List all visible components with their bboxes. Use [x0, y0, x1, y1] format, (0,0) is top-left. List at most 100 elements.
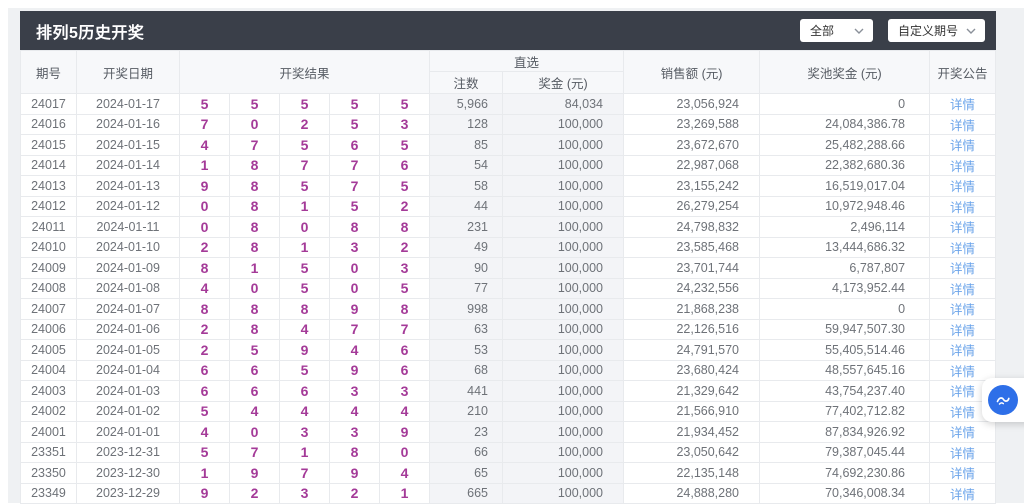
detail-link[interactable]: 详情 [950, 344, 975, 358]
sales-cell: 24,232,556 [624, 278, 760, 299]
result-number: 7 [230, 442, 280, 463]
table-row: 24005 2024-01-05 2 5 9 4 6 53 100,000 24… [21, 340, 996, 361]
detail-link[interactable]: 详情 [950, 139, 975, 153]
prize-cell: 100,000 [503, 217, 624, 238]
lottery-history-card: 排列5历史开奖 全部 自定义期号 期号 开奖日期 开奖结果 直选 销售额 ( [20, 11, 996, 504]
date-cell: 2024-01-07 [77, 299, 180, 320]
result-number: 3 [280, 483, 330, 504]
result-number: 4 [180, 278, 230, 299]
bets-cell: 65 [430, 463, 503, 484]
sales-cell: 23,672,670 [624, 135, 760, 156]
pool-cell: 87,834,926.92 [760, 422, 930, 443]
result-number: 7 [380, 319, 430, 340]
date-cell: 2024-01-01 [77, 422, 180, 443]
result-number: 6 [380, 155, 430, 176]
result-number: 9 [180, 176, 230, 197]
table-row: 24003 2024-01-03 6 6 6 3 3 441 100,000 2… [21, 381, 996, 402]
detail-link[interactable]: 详情 [950, 426, 975, 440]
sales-cell: 23,269,588 [624, 114, 760, 135]
detail-link[interactable]: 详情 [950, 201, 975, 215]
detail-link[interactable]: 详情 [950, 98, 975, 112]
detail-link[interactable]: 详情 [950, 119, 975, 133]
result-number: 4 [380, 401, 430, 422]
result-number: 4 [330, 340, 380, 361]
result-number: 2 [180, 340, 230, 361]
pool-cell: 70,346,008.34 [760, 483, 930, 504]
result-number: 0 [180, 196, 230, 217]
bets-cell: 998 [430, 299, 503, 320]
result-number: 5 [280, 278, 330, 299]
result-number: 5 [380, 278, 430, 299]
detail-link[interactable]: 详情 [950, 180, 975, 194]
result-number: 1 [230, 258, 280, 279]
result-number: 2 [380, 196, 430, 217]
result-number: 8 [230, 196, 280, 217]
prize-cell: 100,000 [503, 299, 624, 320]
detail-link[interactable]: 详情 [950, 488, 975, 502]
issue-cell: 24001 [21, 422, 77, 443]
issue-cell: 24012 [21, 196, 77, 217]
detail-link[interactable]: 详情 [950, 303, 975, 317]
result-number: 8 [230, 155, 280, 176]
floating-widget-button[interactable] [982, 378, 1024, 422]
pool-cell: 48,557,645.16 [760, 360, 930, 381]
table-body: 24017 2024-01-17 5 5 5 5 5 5,966 84,034 … [21, 94, 996, 504]
result-number: 4 [280, 401, 330, 422]
result-number: 0 [330, 258, 380, 279]
pool-cell: 59,947,507.30 [760, 319, 930, 340]
result-number: 5 [230, 94, 280, 115]
table-row: 24008 2024-01-08 4 0 5 0 5 77 100,000 24… [21, 278, 996, 299]
detail-link[interactable]: 详情 [950, 365, 975, 379]
detail-link[interactable]: 详情 [950, 262, 975, 276]
bets-cell: 231 [430, 217, 503, 238]
result-number: 2 [180, 319, 230, 340]
bets-cell: 210 [430, 401, 503, 422]
result-number: 4 [330, 401, 380, 422]
sales-cell: 21,329,642 [624, 381, 760, 402]
detail-link[interactable]: 详情 [950, 324, 975, 338]
result-number: 5 [280, 258, 330, 279]
detail-link[interactable]: 详情 [950, 385, 975, 399]
result-number: 8 [230, 176, 280, 197]
detail-link[interactable]: 详情 [950, 447, 975, 461]
pool-cell: 55,405,514.46 [760, 340, 930, 361]
bets-cell: 85 [430, 135, 503, 156]
table-row: 24009 2024-01-09 8 1 5 0 3 90 100,000 23… [21, 258, 996, 279]
result-number: 4 [280, 319, 330, 340]
detail-link[interactable]: 详情 [950, 406, 975, 420]
detail-link[interactable]: 详情 [950, 242, 975, 256]
prize-cell: 100,000 [503, 237, 624, 258]
pool-cell: 24,084,386.78 [760, 114, 930, 135]
pool-cell: 22,382,680.36 [760, 155, 930, 176]
sales-cell: 22,987,068 [624, 155, 760, 176]
filter-select-issue-mode[interactable]: 自定义期号 [888, 19, 985, 42]
sales-cell: 26,279,254 [624, 196, 760, 217]
sales-cell: 24,791,570 [624, 340, 760, 361]
prize-cell: 100,000 [503, 483, 624, 504]
table-row: 24011 2024-01-11 0 8 0 8 8 231 100,000 2… [21, 217, 996, 238]
sales-cell: 24,798,832 [624, 217, 760, 238]
issue-cell: 24011 [21, 217, 77, 238]
filter-select-all[interactable]: 全部 [800, 19, 873, 42]
result-number: 8 [330, 442, 380, 463]
pool-cell: 0 [760, 299, 930, 320]
table-row: 24015 2024-01-15 4 7 5 6 5 85 100,000 23… [21, 135, 996, 156]
result-number: 1 [180, 155, 230, 176]
result-number: 8 [230, 217, 280, 238]
result-number: 0 [280, 217, 330, 238]
result-number: 1 [280, 442, 330, 463]
detail-link[interactable]: 详情 [950, 467, 975, 481]
detail-link[interactable]: 详情 [950, 283, 975, 297]
result-number: 5 [180, 442, 230, 463]
result-number: 8 [330, 217, 380, 238]
result-number: 2 [280, 114, 330, 135]
issue-cell: 24016 [21, 114, 77, 135]
bets-cell: 68 [430, 360, 503, 381]
result-number: 7 [180, 114, 230, 135]
pool-cell: 10,972,948.46 [760, 196, 930, 217]
result-number: 6 [180, 381, 230, 402]
result-number: 7 [230, 135, 280, 156]
result-number: 9 [330, 463, 380, 484]
detail-link[interactable]: 详情 [950, 221, 975, 235]
detail-link[interactable]: 详情 [950, 160, 975, 174]
